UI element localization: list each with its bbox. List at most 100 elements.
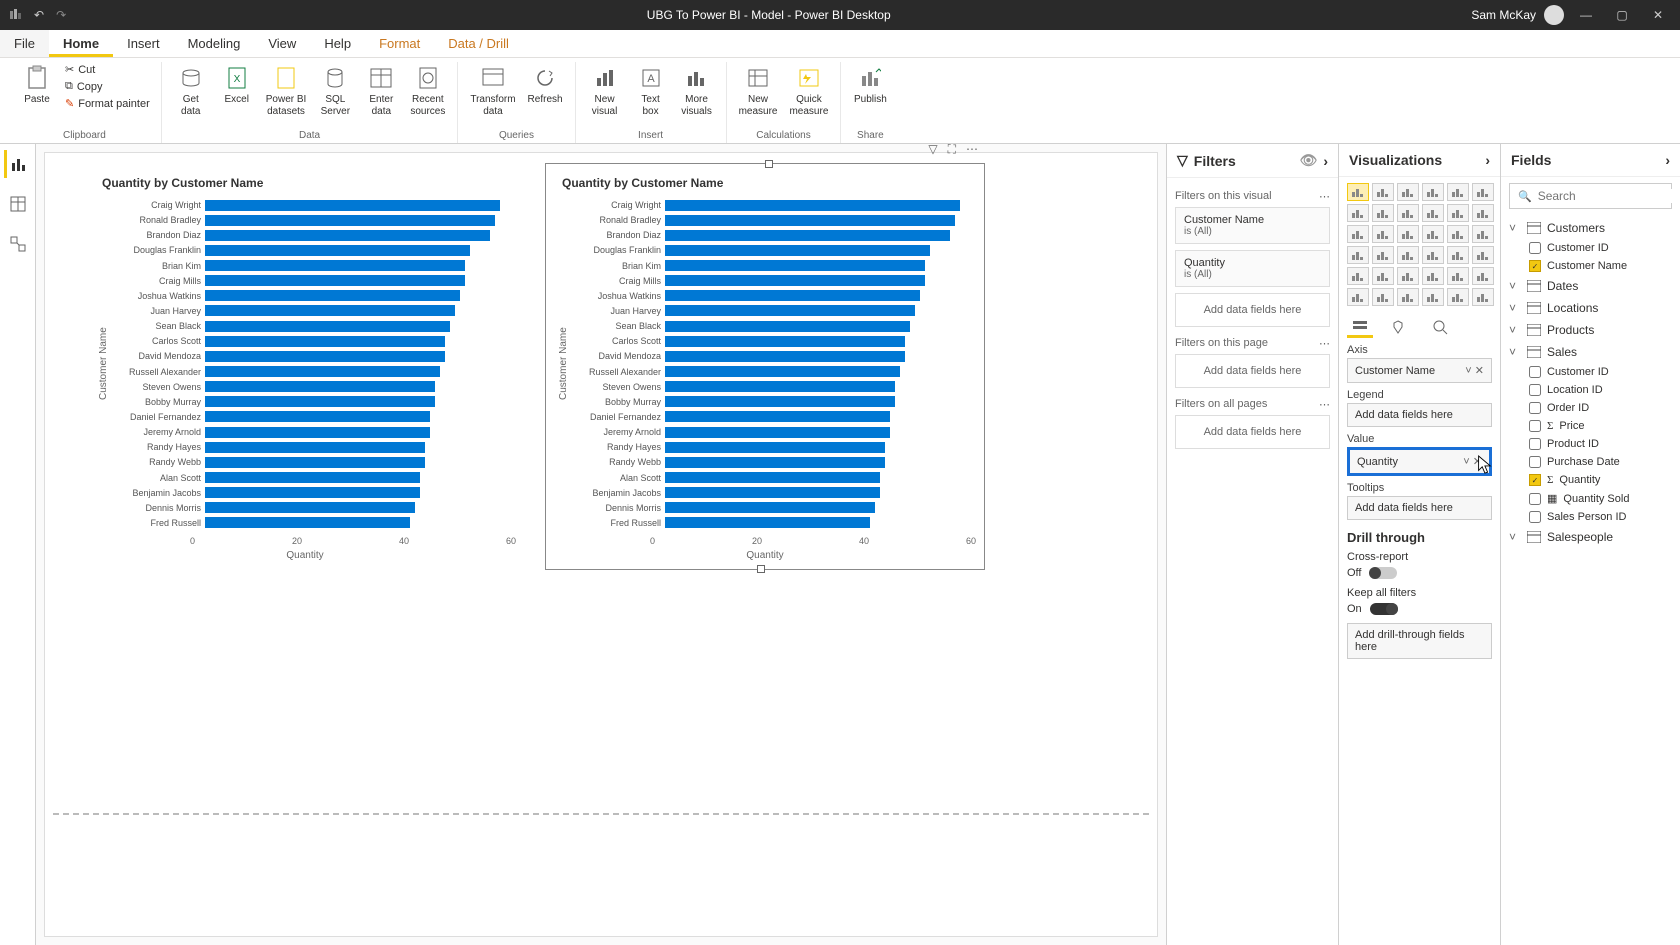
more-icon[interactable]: ⋯ (1319, 337, 1330, 350)
value-well[interactable]: Quantity˅ ✕ (1347, 447, 1492, 476)
viz-type-icon[interactable] (1447, 204, 1469, 222)
canvas[interactable]: Quantity by Customer Name Customer Name … (36, 144, 1166, 945)
excel-button[interactable]: XExcel (216, 62, 258, 108)
field-quantity-sold[interactable]: ▦Quantity Sold (1529, 489, 1672, 508)
bar-row[interactable]: Craig Wright (573, 198, 976, 212)
bar-row[interactable]: Fred Russell (113, 516, 516, 530)
viz-type-icon[interactable] (1472, 246, 1494, 264)
legend-well[interactable]: Add data fields here (1347, 403, 1492, 427)
collapse-icon[interactable]: › (1323, 153, 1328, 169)
field-purchase-date[interactable]: Purchase Date (1529, 453, 1672, 471)
bar-row[interactable]: Russell Alexander (113, 365, 516, 379)
axis-well[interactable]: Customer Name˅ ✕ (1347, 358, 1492, 383)
collapse-icon[interactable]: › (1665, 152, 1670, 168)
bar-row[interactable]: Alan Scott (573, 471, 976, 485)
viz-type-icon[interactable] (1347, 204, 1369, 222)
menu-modeling[interactable]: Modeling (174, 30, 255, 57)
bar-row[interactable]: Carlos Scott (113, 334, 516, 348)
viz-type-icon[interactable] (1397, 225, 1419, 243)
bar-row[interactable]: Juan Harvey (113, 304, 516, 318)
table-sales[interactable]: ˅Sales (1509, 341, 1672, 363)
more-icon[interactable]: ⋯ (1319, 190, 1330, 203)
viz-type-icon[interactable] (1347, 246, 1369, 264)
field-quantity[interactable]: ✓ΣQuantity (1529, 471, 1672, 489)
field-sales-customer-id[interactable]: Customer ID (1529, 363, 1672, 381)
filter-card-customer[interactable]: Customer Name is (All) (1175, 207, 1330, 244)
report-view-button[interactable] (4, 150, 32, 178)
data-view-button[interactable] (4, 190, 32, 218)
bar-row[interactable]: Steven Owens (113, 380, 516, 394)
viz-type-icon[interactable] (1397, 288, 1419, 306)
drill-through-well[interactable]: Add drill-through fields here (1347, 623, 1492, 659)
paste-button[interactable]: Paste (16, 62, 58, 108)
viz-type-icon[interactable] (1372, 246, 1394, 264)
viz-type-icon[interactable] (1372, 183, 1394, 201)
quick-measure-button[interactable]: Quick measure (785, 62, 832, 120)
more-icon[interactable]: ⋯ (966, 144, 978, 157)
viz-type-icon[interactable] (1372, 288, 1394, 306)
minimize-button[interactable]: — (1572, 5, 1600, 25)
bar-row[interactable]: Randy Hayes (113, 440, 516, 454)
viz-type-icon[interactable] (1447, 267, 1469, 285)
maximize-button[interactable]: ▢ (1608, 5, 1636, 25)
bar-row[interactable]: Brandon Diaz (113, 228, 516, 242)
viz-type-icon[interactable] (1347, 288, 1369, 306)
bar-row[interactable]: Randy Hayes (573, 440, 976, 454)
viz-type-icon[interactable] (1472, 204, 1494, 222)
undo-icon[interactable]: ↶ (34, 8, 44, 22)
viz-type-icon[interactable] (1472, 267, 1494, 285)
analytics-tab[interactable] (1427, 316, 1453, 338)
menu-view[interactable]: View (254, 30, 310, 57)
bar-row[interactable]: Randy Webb (573, 455, 976, 469)
bar-row[interactable]: Dennis Morris (573, 501, 976, 515)
field-product-id[interactable]: Product ID (1529, 435, 1672, 453)
more-visuals-button[interactable]: More visuals (676, 62, 718, 120)
table-salespeople[interactable]: ˅Salespeople (1509, 526, 1672, 548)
viz-type-icon[interactable] (1422, 246, 1444, 264)
chart-visual-1[interactable]: Quantity by Customer Name Customer Name … (85, 163, 525, 570)
viz-type-icon[interactable] (1397, 204, 1419, 222)
viz-type-icon[interactable] (1422, 288, 1444, 306)
bar-row[interactable]: Daniel Fernandez (113, 410, 516, 424)
bar-row[interactable]: Jeremy Arnold (113, 425, 516, 439)
allpages-filter-drop[interactable]: Add data fields here (1175, 415, 1330, 449)
table-products[interactable]: ˅Products (1509, 319, 1672, 341)
bar-row[interactable]: Juan Harvey (573, 304, 976, 318)
collapse-icon[interactable]: › (1485, 152, 1490, 168)
close-button[interactable]: ✕ (1644, 5, 1672, 25)
menu-format[interactable]: Format (365, 30, 434, 57)
viz-type-icon[interactable] (1447, 288, 1469, 306)
field-location-id[interactable]: Location ID (1529, 381, 1672, 399)
pbi-datasets-button[interactable]: Power BI datasets (262, 62, 311, 120)
bar-row[interactable]: Sean Black (113, 319, 516, 333)
viz-type-icon[interactable] (1472, 183, 1494, 201)
eye-icon[interactable]: 👁 (1300, 152, 1318, 169)
bar-row[interactable]: Douglas Franklin (573, 243, 976, 257)
viz-type-icon[interactable] (1372, 267, 1394, 285)
get-data-button[interactable]: Get data (170, 62, 212, 120)
visual-filter-drop[interactable]: Add data fields here (1175, 293, 1330, 327)
bar-row[interactable]: Randy Webb (113, 455, 516, 469)
viz-type-icon[interactable] (1372, 225, 1394, 243)
bar-row[interactable]: Craig Wright (113, 198, 516, 212)
bar-row[interactable]: Carlos Scott (573, 334, 976, 348)
focus-icon[interactable]: ⛶ (948, 144, 956, 157)
publish-button[interactable]: Publish (849, 62, 891, 108)
bar-row[interactable]: Dennis Morris (113, 501, 516, 515)
viz-type-icon[interactable] (1422, 267, 1444, 285)
bar-row[interactable]: Alan Scott (113, 471, 516, 485)
field-salesperson-id[interactable]: Sales Person ID (1529, 508, 1672, 526)
bar-row[interactable]: Benjamin Jacobs (573, 486, 976, 500)
field-customer-id[interactable]: Customer ID (1529, 239, 1672, 257)
menu-insert[interactable]: Insert (113, 30, 174, 57)
filter-card-quantity[interactable]: Quantity is (All) (1175, 250, 1330, 287)
text-box-button[interactable]: AText box (630, 62, 672, 120)
viz-type-icon[interactable] (1447, 183, 1469, 201)
bar-row[interactable]: Benjamin Jacobs (113, 486, 516, 500)
field-customer-name[interactable]: ✓Customer Name (1529, 257, 1672, 275)
viz-type-icon[interactable] (1447, 225, 1469, 243)
viz-type-icon[interactable] (1397, 183, 1419, 201)
bar-row[interactable]: Craig Mills (113, 274, 516, 288)
menu-file[interactable]: File (0, 30, 49, 57)
filter-icon[interactable]: ▽ (928, 144, 937, 157)
